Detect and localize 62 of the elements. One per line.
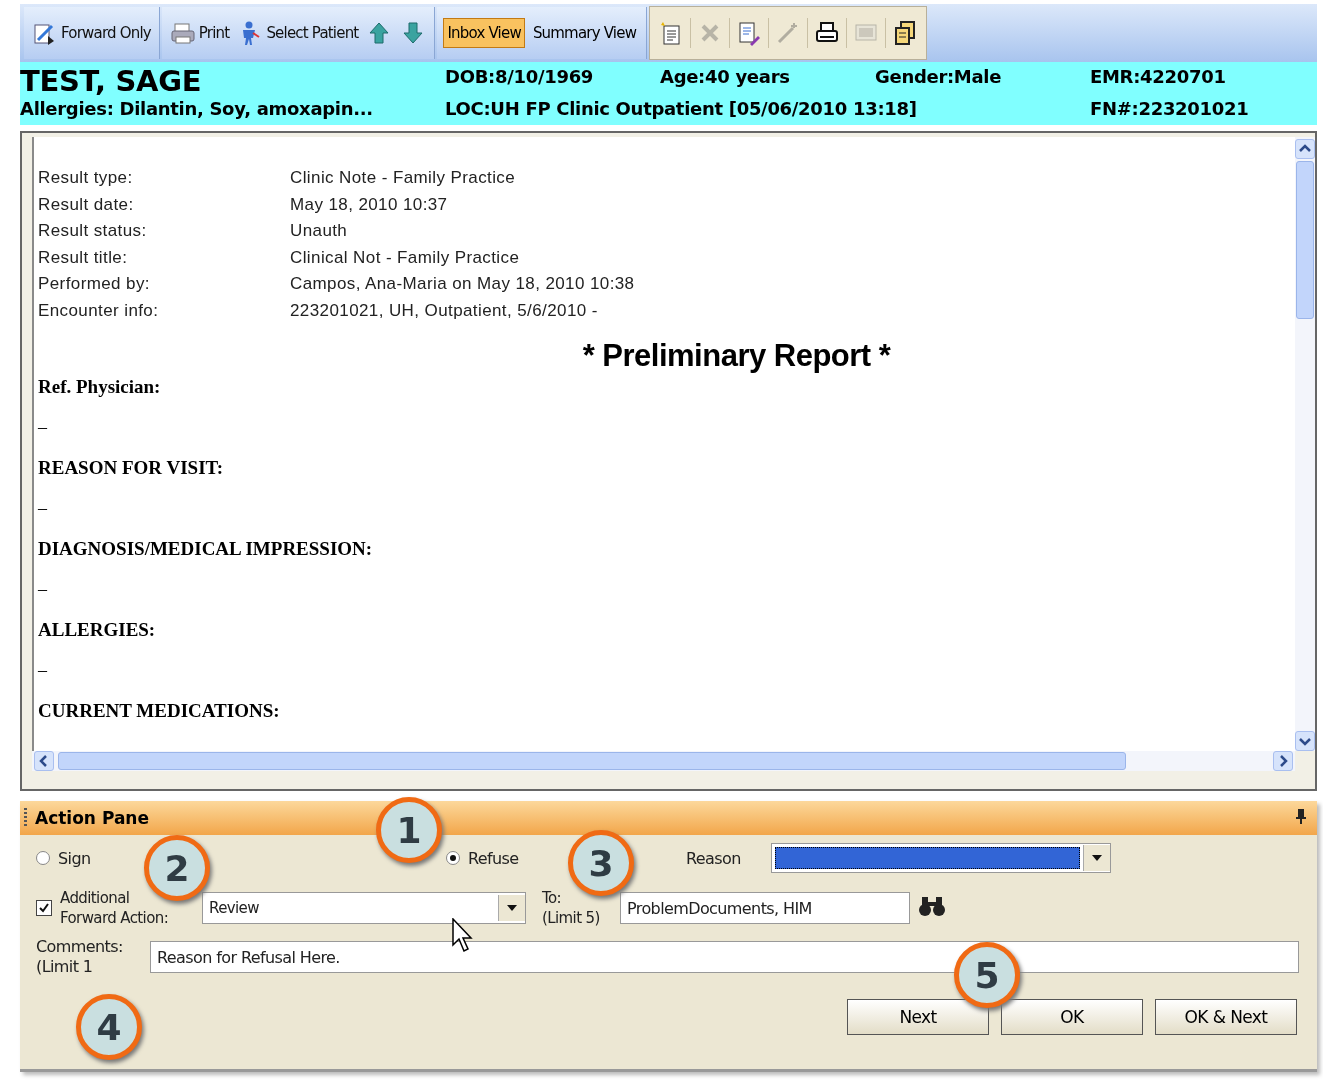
birth-date: DOB:8/10/1969	[445, 65, 595, 89]
field-label: Result title:	[38, 246, 129, 269]
field-label: Result type:	[38, 167, 134, 189]
field-value: 223201021, UH, Outpatient, 5/6/2010 -	[290, 299, 599, 322]
field-label: Encounter info:	[38, 299, 160, 322]
section-heading: ALLERGIES:	[38, 618, 157, 642]
radio-label: Sign	[58, 848, 91, 868]
patient-gender: Gender:Male	[875, 65, 1003, 89]
patient-age: Age:40 years	[660, 65, 791, 89]
section-heading: CURRENT MEDICATIONS:	[38, 699, 281, 723]
caret-icon[interactable]	[507, 905, 517, 911]
radio-button[interactable]	[36, 851, 50, 865]
grip-icon	[24, 808, 27, 828]
radio-label: Refuse	[468, 848, 519, 868]
field-value: Clinic Note - Family Practice	[290, 167, 517, 189]
action-button[interactable]: Next	[847, 999, 989, 1035]
pane-title: Action Pane	[35, 808, 150, 828]
fin-number: FN#:223201021	[1090, 98, 1250, 119]
field-value: Unauth	[290, 220, 349, 242]
section-heading: DIAGNOSIS/MEDICAL IMPRESSION:	[38, 537, 374, 561]
patient-name: TEST, SAGE	[20, 64, 203, 98]
scroll-left-button[interactable]	[34, 751, 54, 771]
field-label: Result status:	[38, 220, 148, 242]
allergies-text: Allergies: Dilantin, Soy, amoxapin...	[20, 98, 374, 119]
location-text: LOC:UH FP Clinic Outpatient [05/06/2010 13:18]	[445, 98, 918, 119]
action-button[interactable]: OK	[1001, 999, 1143, 1035]
scroll-down-button[interactable]	[1295, 731, 1315, 751]
printer-icon	[169, 20, 196, 46]
section-text: –	[38, 497, 48, 520]
scroll-right-button[interactable]	[1273, 751, 1293, 771]
forward-action-dropdown[interactable]: Review	[202, 892, 526, 924]
section-text: –	[38, 578, 48, 601]
recipient-field[interactable]: ProblemDocuments, HIM	[620, 892, 910, 924]
horizontal-scrollbar[interactable]	[32, 751, 1295, 771]
field-label: Result date:	[38, 193, 135, 216]
scroll-thumb[interactable]	[58, 752, 1126, 770]
edit-document-icon	[736, 20, 763, 46]
mouse-cursor-icon	[452, 918, 474, 954]
scroll-up-button[interactable]	[1295, 139, 1315, 159]
report-title: * Preliminary Report *	[581, 338, 892, 374]
toolbar-button[interactable]: Select Patient	[235, 17, 361, 49]
reason-dropdown[interactable]	[771, 843, 1111, 873]
field-value: Campos, Ana-Maria on May 18, 2010 10:38	[290, 273, 636, 295]
action-button[interactable]: OK & Next	[1155, 999, 1297, 1035]
view-tab[interactable]: Inbox View	[443, 18, 525, 48]
caret-icon[interactable]	[1092, 855, 1102, 861]
section-text: –	[38, 416, 48, 439]
toolbar-button[interactable]: Print	[167, 17, 232, 49]
section-text: –	[38, 659, 48, 682]
emr-number: EMR:4220701	[1090, 65, 1227, 89]
view-tab[interactable]: Summary View	[528, 18, 641, 48]
field-label: Performed by:	[38, 273, 151, 295]
radio-button[interactable]	[446, 851, 460, 865]
comments-label: Comments: (Limit 1	[36, 937, 124, 977]
field-value: Clinical Not - Family Practice	[290, 246, 521, 269]
checkbox[interactable]	[36, 900, 52, 916]
section-heading: Ref. Physician:	[38, 375, 162, 399]
field-value: May 18, 2010 10:37	[290, 193, 449, 216]
scroll-thumb[interactable]	[1296, 161, 1314, 319]
section-heading: REASON FOR VISIT:	[38, 456, 225, 480]
vertical-scrollbar[interactable]	[1295, 137, 1315, 751]
reason-label: Reason	[686, 848, 742, 868]
